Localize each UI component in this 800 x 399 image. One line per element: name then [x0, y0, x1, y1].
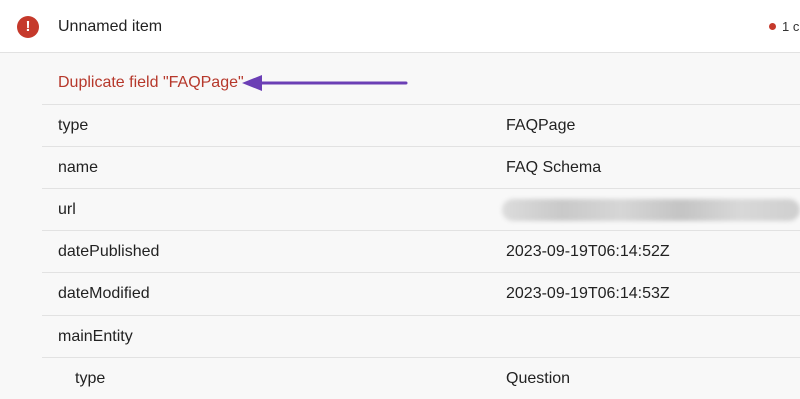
property-label: type — [58, 117, 89, 134]
item-title: Unnamed item — [58, 18, 163, 35]
property-value: 2023-09-19T06:14:53Z — [506, 285, 670, 302]
property-label: name — [58, 159, 99, 176]
item-header[interactable]: ! Unnamed item 1 cr — [0, 0, 800, 53]
duplicate-field-error: Duplicate field "FAQPage" — [58, 74, 244, 91]
property-row-date-published: datePublished 2023-09-19T06:14:52Z — [42, 230, 800, 272]
error-icon: ! — [17, 16, 39, 38]
property-label: datePublished — [58, 243, 160, 260]
property-row-url: url — [42, 188, 800, 230]
issue-count-badge: 1 cr — [769, 18, 800, 36]
property-value: FAQPage — [506, 117, 576, 134]
property-row-type: type FAQPage — [42, 104, 800, 146]
property-label: type — [75, 370, 106, 387]
property-label: url — [58, 201, 76, 218]
property-value: 2023-09-19T06:14:52Z — [506, 243, 670, 260]
property-label: dateModified — [58, 285, 150, 302]
status-dot-icon — [769, 23, 776, 30]
property-row-main-entity: mainEntity — [42, 315, 800, 357]
property-value: Question — [506, 370, 571, 387]
property-label: mainEntity — [58, 328, 133, 345]
property-row-date-modified: dateModified 2023-09-19T06:14:53Z — [42, 272, 800, 314]
property-row-name: name FAQ Schema — [42, 146, 800, 188]
annotation-arrow-icon — [242, 75, 408, 91]
issue-count-text: 1 cr — [782, 19, 800, 34]
redacted-url-value — [502, 199, 800, 221]
property-row-nested-type: type Question — [42, 357, 800, 399]
property-value: FAQ Schema — [506, 159, 602, 176]
